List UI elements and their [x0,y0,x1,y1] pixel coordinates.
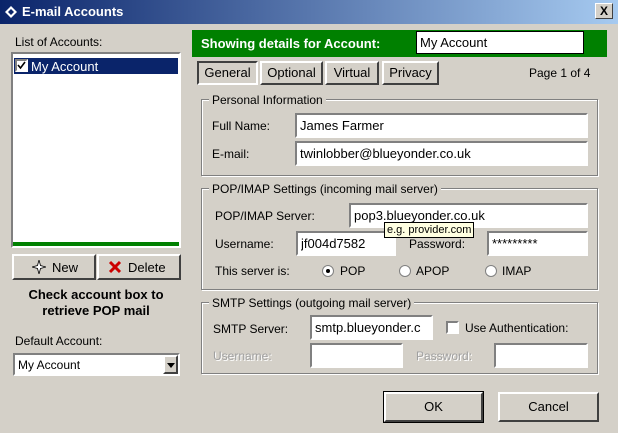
checkmark-icon [17,61,26,70]
accounts-list-label: List of Accounts: [15,35,103,49]
tab-optional[interactable]: Optional [260,61,323,85]
smtp-username-label: Username: [213,349,272,363]
new-button-label: New [52,260,79,275]
tab-privacy[interactable]: Privacy [382,61,439,85]
default-account-label: Default Account: [15,334,103,348]
radio-selected-dot [326,269,330,273]
smtp-username-input[interactable] [310,343,403,368]
delete-button[interactable]: Delete [97,254,181,280]
radio-apop[interactable] [399,265,411,277]
page-indicator: Page 1 of 4 [529,66,591,80]
tab-general[interactable]: General [197,61,258,85]
radio-pop[interactable] [322,265,334,277]
window-title: E-mail Accounts [22,4,124,19]
popimap-username-label: Username: [215,237,274,251]
smtp-password-input[interactable] [494,343,588,368]
popimap-password-input[interactable] [487,231,588,256]
check-hint-line2: retrieve POP mail [42,303,150,318]
close-button[interactable]: X [595,3,613,19]
default-account-select[interactable]: My Account [13,353,180,376]
account-checkbox[interactable] [15,59,28,72]
showing-details-label: Showing details for Account: [201,36,381,51]
full-name-label: Full Name: [212,119,271,133]
smtp-title: SMTP Settings (outgoing mail server) [209,296,415,310]
server-hint-tooltip: e.g. provider.com [384,222,475,238]
accounts-list-accent [13,242,179,246]
account-name-input[interactable] [416,31,584,54]
popimap-username-input[interactable] [296,231,396,256]
radio-pop-label: POP [340,264,366,278]
email-input[interactable] [295,141,588,166]
new-sparkle-icon [32,260,46,274]
delete-button-label: Delete [128,260,166,275]
email-label: E-mail: [212,147,250,161]
smtp-server-label: SMTP Server: [213,322,289,336]
delete-x-icon [108,260,122,274]
radio-apop-label: APOP [416,264,450,278]
check-hint-line1: Check account box to [28,287,164,302]
ok-button[interactable]: OK [384,392,483,422]
accounts-list[interactable] [11,52,181,248]
server-type-label: This server is: [215,264,290,278]
use-auth-label: Use Authentication: [465,321,569,335]
tab-virtual[interactable]: Virtual [325,61,379,85]
app-icon [5,6,17,18]
chevron-down-icon [167,363,175,368]
use-auth-checkbox[interactable] [446,321,459,334]
default-account-value: My Account [18,358,81,372]
popimap-server-label: POP/IMAP Server: [215,209,315,223]
popimap-title: POP/IMAP Settings (incoming mail server) [209,182,441,196]
radio-imap[interactable] [485,265,497,277]
new-button[interactable]: New [12,254,96,280]
smtp-server-input[interactable] [310,315,433,340]
account-name: My Account [31,59,99,74]
popimap-password-label: Password: [409,237,466,251]
radio-imap-label: IMAP [502,264,532,278]
cancel-button[interactable]: Cancel [498,392,599,422]
full-name-input[interactable] [295,113,588,138]
smtp-password-label: Password: [416,349,473,363]
dropdown-button[interactable] [163,355,178,374]
personal-info-title: Personal Information [209,93,326,107]
